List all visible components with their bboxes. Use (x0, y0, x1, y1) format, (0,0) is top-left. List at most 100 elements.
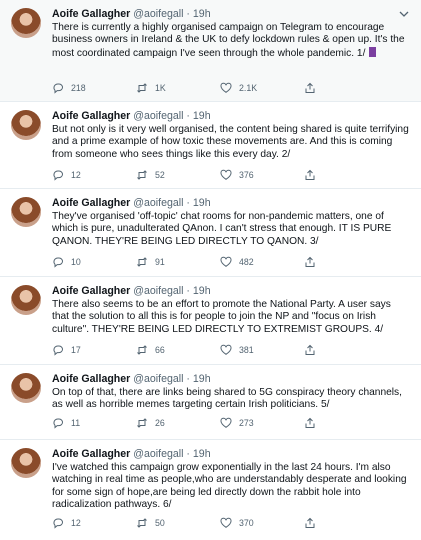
like-button[interactable]: 482 (220, 256, 254, 268)
share-button[interactable] (304, 517, 316, 529)
heart-icon (220, 256, 232, 267)
action-bar: 10 91 482 (52, 256, 409, 270)
reply-icon (53, 345, 63, 356)
author-name[interactable]: Aoife Gallagher (52, 197, 130, 209)
tweet[interactable]: Aoife Gallagher @aoifegall · 19h There i… (0, 0, 421, 102)
author-handle[interactable]: @aoifegall (133, 8, 183, 20)
tweet-thread: Aoife Gallagher @aoifegall · 19h There i… (0, 0, 421, 540)
tweet[interactable]: Aoife Gallagher @aoifegall · 19h But not… (0, 102, 421, 189)
author-handle[interactable]: @aoifegall (133, 110, 183, 122)
retweet-count: 26 (155, 418, 165, 428)
reply-button[interactable]: 218 (52, 82, 86, 94)
retweet-icon (137, 170, 147, 180)
like-count: 273 (239, 418, 254, 428)
reply-count: 12 (71, 170, 81, 180)
action-bar: 12 50 370 (52, 517, 409, 531)
tweet-text: I've watched this campaign grow exponent… (52, 462, 407, 511)
reply-count: 11 (71, 418, 81, 428)
avatar[interactable] (11, 373, 41, 403)
retweet-icon (137, 345, 147, 355)
timestamp[interactable]: 19h (193, 197, 211, 209)
author-name[interactable]: Aoife Gallagher (52, 285, 130, 297)
retweet-button[interactable]: 91 (136, 256, 165, 268)
author-name[interactable]: Aoife Gallagher (52, 373, 130, 385)
author-handle[interactable]: @aoifegall (133, 373, 183, 385)
reply-icon (53, 170, 63, 181)
reply-button[interactable]: 12 (52, 517, 81, 529)
retweet-button[interactable]: 1K (136, 82, 166, 94)
heart-icon (220, 169, 232, 180)
reply-button[interactable]: 10 (52, 256, 81, 268)
action-bar: 12 52 376 (52, 169, 409, 183)
retweet-count: 66 (155, 345, 165, 355)
retweet-count: 1K (155, 83, 166, 93)
retweet-button[interactable]: 26 (136, 417, 165, 429)
tweet[interactable]: Aoife Gallagher @aoifegall · 19h On top … (0, 365, 421, 440)
avatar[interactable] (11, 197, 41, 227)
retweet-button[interactable]: 50 (136, 517, 165, 529)
retweet-button[interactable]: 66 (136, 344, 165, 356)
reply-button[interactable]: 17 (52, 344, 81, 356)
heart-icon (220, 82, 232, 93)
tweet-header: Aoife Gallagher @aoifegall · 19h (52, 373, 409, 386)
reply-icon (53, 418, 63, 429)
avatar[interactable] (11, 110, 41, 140)
share-icon (305, 344, 315, 355)
author-name[interactable]: Aoife Gallagher (52, 448, 130, 460)
heart-icon (220, 517, 232, 528)
action-bar: 11 26 273 (52, 417, 409, 431)
separator: · (186, 110, 190, 122)
like-button[interactable]: 376 (220, 169, 254, 181)
separator: · (186, 285, 190, 297)
retweet-count: 91 (155, 257, 165, 267)
reply-count: 218 (71, 83, 86, 93)
share-icon (305, 417, 315, 428)
action-bar: 17 66 381 (52, 344, 409, 358)
tweet[interactable]: Aoife Gallagher @aoifegall · 19h I've wa… (0, 440, 421, 540)
timestamp[interactable]: 19h (193, 448, 211, 460)
avatar[interactable] (11, 448, 41, 478)
retweet-icon (137, 418, 147, 428)
timestamp[interactable]: 19h (193, 285, 211, 297)
author-name[interactable]: Aoife Gallagher (52, 8, 130, 20)
separator: · (186, 373, 190, 385)
timestamp[interactable]: 19h (193, 8, 211, 20)
like-count: 381 (239, 345, 254, 355)
share-button[interactable] (304, 344, 316, 356)
separator: · (186, 448, 190, 460)
heart-icon (220, 417, 232, 428)
tweet[interactable]: Aoife Gallagher @aoifegall · 19h There a… (0, 277, 421, 365)
tweet-text: There is currently a highly organised ca… (52, 22, 409, 60)
share-button[interactable] (304, 82, 316, 94)
retweet-icon (137, 257, 147, 267)
tweet-text-content: There is currently a highly organised ca… (52, 22, 405, 59)
retweet-button[interactable]: 52 (136, 169, 165, 181)
avatar[interactable] (11, 8, 41, 38)
avatar[interactable] (11, 285, 41, 315)
share-button[interactable] (304, 256, 316, 268)
like-count: 376 (239, 170, 254, 180)
action-bar: 218 1K 2.1K (52, 82, 409, 96)
timestamp[interactable]: 19h (193, 373, 211, 385)
share-icon (305, 256, 315, 267)
like-button[interactable]: 381 (220, 344, 254, 356)
share-button[interactable] (304, 417, 316, 429)
like-button[interactable]: 370 (220, 517, 254, 529)
like-button[interactable]: 273 (220, 417, 254, 429)
author-name[interactable]: Aoife Gallagher (52, 110, 130, 122)
tweet[interactable]: Aoife Gallagher @aoifegall · 19h They've… (0, 189, 421, 277)
separator: · (186, 8, 190, 20)
author-handle[interactable]: @aoifegall (133, 448, 183, 460)
author-handle[interactable]: @aoifegall (133, 285, 183, 297)
retweet-icon (137, 83, 147, 93)
like-button[interactable]: 2.1K (220, 82, 257, 94)
tweet-text: But not only is it very well organised, … (52, 124, 409, 160)
reply-button[interactable]: 12 (52, 169, 81, 181)
author-handle[interactable]: @aoifegall (133, 197, 183, 209)
reply-icon (53, 518, 63, 529)
share-button[interactable] (304, 169, 316, 181)
share-icon (305, 169, 315, 180)
like-count: 370 (239, 518, 254, 528)
timestamp[interactable]: 19h (193, 110, 211, 122)
reply-button[interactable]: 11 (52, 417, 80, 429)
